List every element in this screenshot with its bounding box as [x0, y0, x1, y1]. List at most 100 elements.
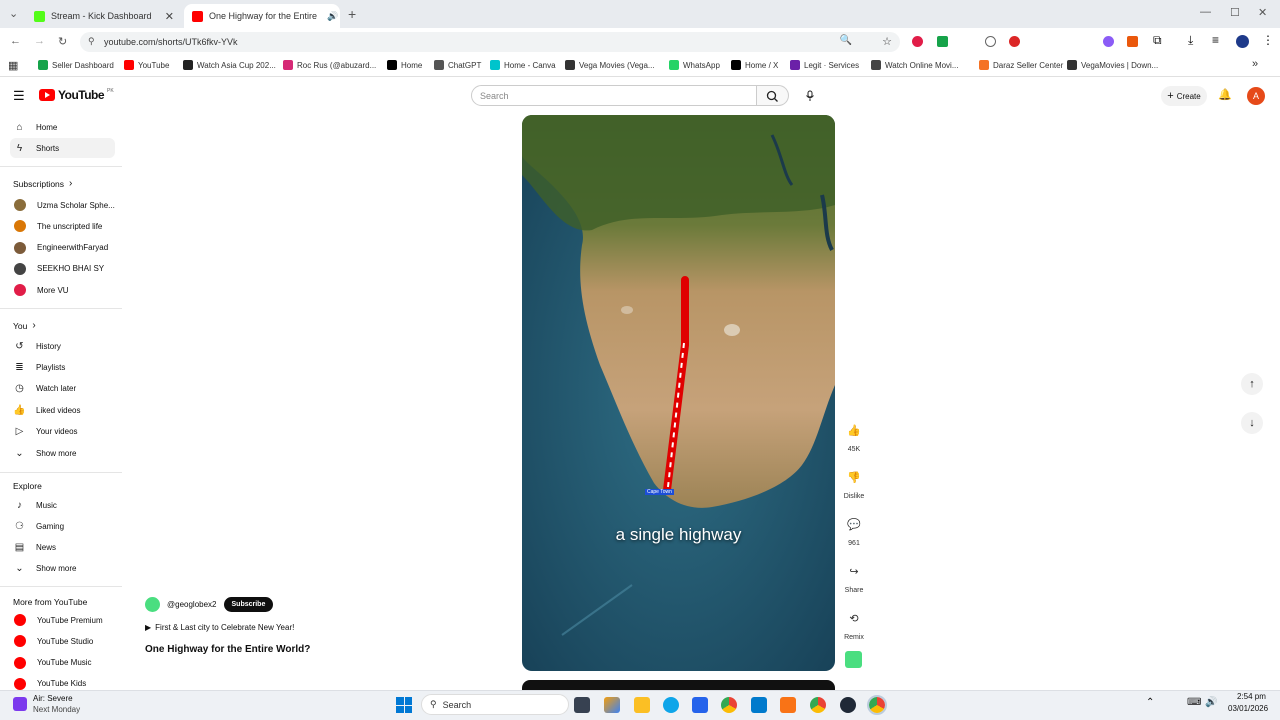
next-short-button[interactable]: ↓ — [1241, 412, 1263, 434]
bookmark-item[interactable]: ChatGPT — [434, 60, 481, 70]
new-tab-icon[interactable]: + — [348, 6, 356, 22]
bookmark-item[interactable]: Home — [387, 60, 422, 70]
voice-search-button[interactable] — [801, 87, 819, 105]
sidebar-subscription[interactable]: More VU — [10, 280, 115, 300]
subscribe-button[interactable]: Subscribe — [223, 597, 274, 612]
tab-kick-dashboard[interactable]: Stream - Kick Dashboard ✕ — [26, 4, 182, 28]
sidebar-item-youtube-app[interactable]: YouTube Premium — [10, 610, 115, 630]
sidebar-subscription[interactable]: EngineerwithFaryad — [10, 238, 115, 258]
close-icon[interactable]: ✕ — [165, 10, 174, 23]
channel-name[interactable]: @geoglobex2 — [167, 600, 217, 609]
bookmark-item[interactable]: Watch Online Movi... — [871, 60, 959, 70]
maximize-icon[interactable]: ☐ — [1230, 6, 1240, 19]
network-icon[interactable]: ⌨ — [1187, 697, 1201, 708]
chrome-icon[interactable] — [721, 697, 737, 713]
copilot-icon[interactable] — [604, 697, 620, 713]
sidebar-item-gaming[interactable]: ⚆ Gaming — [10, 516, 115, 536]
search-input[interactable]: Search — [471, 85, 757, 106]
extension-icon[interactable] — [1009, 36, 1020, 47]
remix-button[interactable]: ⟲ Remix — [838, 605, 870, 642]
clock-date[interactable]: 03/01/2026 — [1228, 704, 1268, 713]
site-info-icon[interactable]: ⚲ — [88, 36, 95, 47]
explore-header[interactable]: Explore — [13, 481, 42, 491]
taskbar-search[interactable]: ⚲ Search — [421, 694, 569, 715]
subscriptions-header[interactable]: Subscriptions › — [13, 178, 72, 189]
extension-icon[interactable] — [937, 36, 948, 47]
file-explorer-icon[interactable] — [634, 697, 650, 713]
sidebar-item-music[interactable]: ♪ Music — [10, 495, 115, 515]
bookmarks-overflow-icon[interactable]: » — [1252, 58, 1258, 70]
bookmark-item[interactable]: YouTube — [124, 60, 169, 70]
bookmark-item[interactable]: Watch Asia Cup 202... — [183, 60, 276, 70]
bookmark-star-icon[interactable]: ☆ — [882, 35, 892, 48]
more-from-youtube-header[interactable]: More from YouTube — [13, 597, 87, 607]
comments-button[interactable]: 💬 961 — [838, 511, 870, 548]
extension-icon[interactable] — [912, 36, 923, 47]
hamburger-menu-icon[interactable]: ☰ — [13, 88, 25, 104]
windows-start-icon[interactable] — [396, 697, 412, 713]
bookmark-item[interactable]: Home - Canva — [490, 60, 556, 70]
channel-avatar[interactable] — [145, 597, 160, 612]
bookmark-item[interactable]: Legit · Services — [790, 60, 859, 70]
sidebar-item-chevron-down[interactable]: ⌄ Show more — [10, 559, 115, 579]
window-close-icon[interactable]: ✕ — [1258, 6, 1267, 19]
media-icon[interactable]: ≡ — [1212, 33, 1219, 47]
sidebar-item-shorts[interactable]: ϟ Shorts — [10, 138, 115, 158]
account-avatar[interactable]: A — [1247, 87, 1265, 105]
app-icon[interactable] — [780, 697, 796, 713]
volume-icon[interactable]: 🔊 — [1205, 697, 1217, 708]
profile-avatar[interactable] — [1236, 35, 1249, 48]
notifications-bell-icon[interactable]: 🔔 — [1218, 88, 1232, 101]
playlist-link[interactable]: ▶ First & Last city to Celebrate New Yea… — [145, 623, 294, 632]
bookmark-item[interactable]: Daraz Seller Center — [979, 60, 1063, 70]
chrome-active-icon[interactable] — [867, 695, 887, 715]
extensions-puzzle-icon[interactable]: ⧉ — [1153, 33, 1162, 48]
bookmark-item[interactable]: Vega Movies (Vega... — [565, 60, 655, 70]
sidebar-item-playlists[interactable]: ≣ Playlists — [10, 357, 115, 377]
dislike-button[interactable]: 👎 Dislike — [838, 464, 870, 501]
youtube-logo[interactable]: YouTube PK — [39, 88, 114, 102]
sidebar-item-youtube-app[interactable]: YouTube Studio — [10, 631, 115, 651]
edge-icon[interactable] — [663, 697, 679, 713]
sidebar-item-your-videos[interactable]: ▷ Your videos — [10, 422, 115, 442]
clock-time[interactable]: 2:54 pm — [1237, 692, 1266, 701]
sidebar-item-youtube-app[interactable]: YouTube Music — [10, 653, 115, 673]
audio-icon[interactable]: 🔊 — [327, 11, 338, 22]
url-field[interactable]: ⚲ youtube.com/shorts/UTk6fkv-YVk 🔍 ☆ — [80, 32, 900, 52]
bookmark-item[interactable]: Seller Dashboard — [38, 60, 114, 70]
search-button[interactable] — [757, 85, 789, 106]
minimize-icon[interactable]: — — [1200, 6, 1211, 18]
extension-icon[interactable] — [1127, 36, 1138, 47]
bookmark-item[interactable]: Roc Rus (@abuzard... — [283, 60, 376, 70]
sidebar-subscription[interactable]: SEEKHO BHAI SY — [10, 259, 115, 279]
app-icon[interactable] — [840, 697, 856, 713]
share-button[interactable]: ↪ Share — [838, 558, 870, 595]
sidebar-subscription[interactable]: The unscripted life — [10, 216, 115, 236]
create-button[interactable]: + Create — [1161, 86, 1207, 106]
chrome-profile-icon[interactable] — [810, 697, 826, 713]
tab-search-icon[interactable]: ⌄ — [9, 7, 18, 20]
previous-short-button[interactable]: ↑ — [1241, 373, 1263, 395]
store-icon[interactable] — [692, 697, 708, 713]
download-icon[interactable]: ⤓ — [1188, 33, 1193, 48]
forward-icon[interactable]: → — [34, 35, 45, 47]
tray-chevron-icon[interactable]: ⌃ — [1146, 697, 1154, 708]
extension-icon[interactable] — [1103, 36, 1114, 47]
tab-youtube-short[interactable]: One Highway for the Entire 🔊 ✕ — [184, 4, 340, 28]
reload-icon[interactable]: ↻ — [58, 35, 67, 48]
back-icon[interactable]: ← — [10, 35, 21, 47]
short-video-player[interactable]: Cape Town a single highway — [522, 115, 835, 671]
zoom-icon[interactable]: 🔍 — [840, 35, 852, 46]
sidebar-item-history[interactable]: ↺ History — [10, 336, 115, 356]
sidebar-subscription[interactable]: Uzma Scholar Sphe... — [10, 195, 115, 215]
sidebar-item-news[interactable]: ▤ News — [10, 538, 115, 558]
apps-grid-icon[interactable]: ▦ — [8, 59, 18, 72]
next-short-preview[interactable] — [522, 680, 835, 690]
like-button[interactable]: 👍 45K — [838, 417, 870, 454]
sidebar-item-home[interactable]: ⌂ Home — [10, 117, 115, 137]
sidebar-item-chevron-down[interactable]: ⌄ Show more — [10, 443, 115, 463]
bookmark-item[interactable]: VegaMovies | Down... — [1067, 60, 1158, 70]
bookmark-item[interactable]: WhatsApp — [669, 60, 720, 70]
you-header[interactable]: You › — [13, 320, 36, 331]
sidebar-item-watch-later[interactable]: ◷ Watch later — [10, 379, 115, 399]
